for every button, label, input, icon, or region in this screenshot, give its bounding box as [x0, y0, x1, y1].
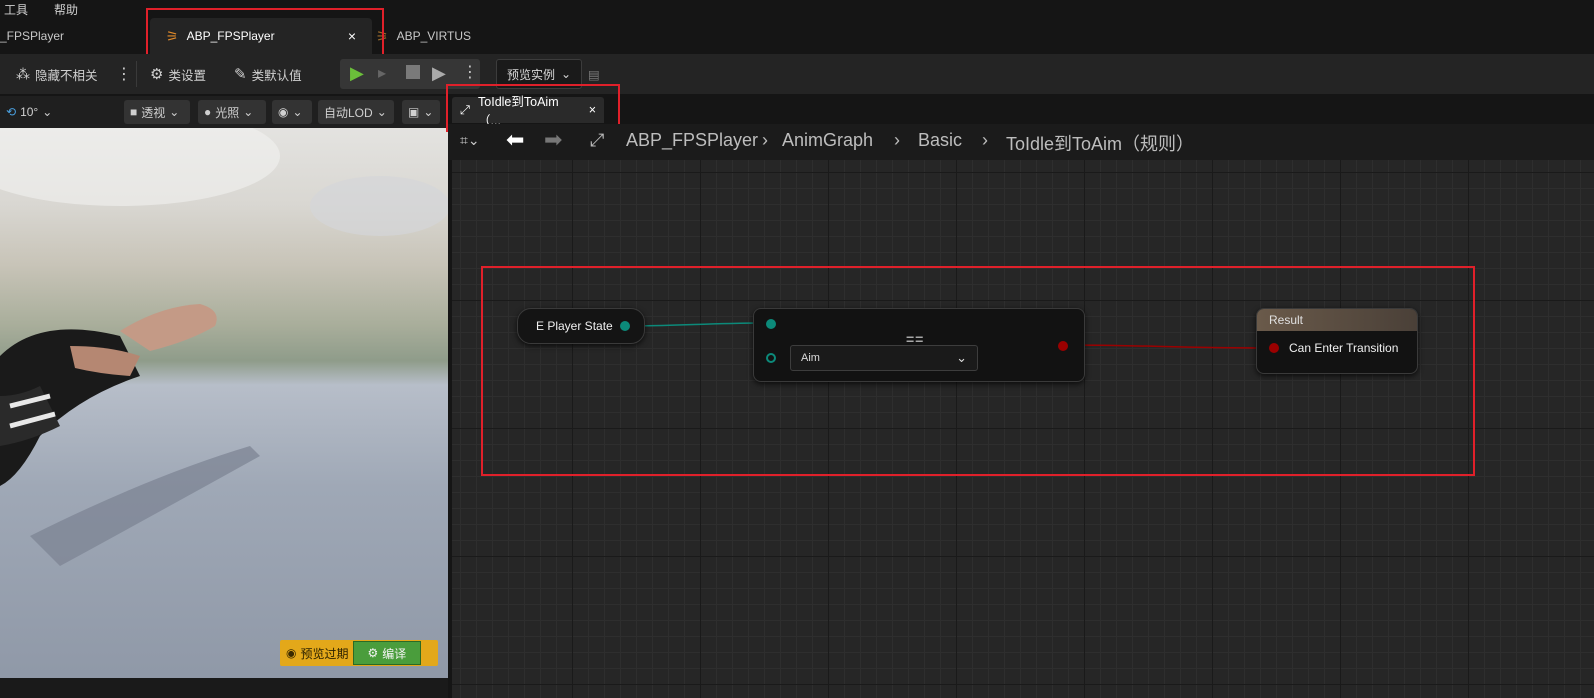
highlight-box-graph: [481, 266, 1475, 476]
